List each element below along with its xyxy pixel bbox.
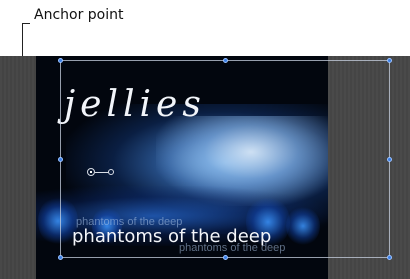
canvas[interactable]: jellies phantoms of the deep phantoms of… xyxy=(0,56,410,279)
selection-bounding-box[interactable] xyxy=(60,60,390,258)
resize-handle-bottom-right[interactable] xyxy=(387,255,392,260)
canvas-gutter-left xyxy=(0,56,36,279)
anchor-point-center-dot xyxy=(90,171,92,173)
resize-handle-middle-right[interactable] xyxy=(387,157,392,162)
resize-handle-top-center[interactable] xyxy=(223,58,228,63)
resize-handle-top-right[interactable] xyxy=(387,58,392,63)
anchor-point-handle[interactable] xyxy=(108,169,114,175)
resize-handle-middle-left[interactable] xyxy=(58,157,63,162)
anchor-point-callout-label: Anchor point xyxy=(34,7,124,23)
anchor-point-arm xyxy=(95,172,109,173)
resize-handle-top-left[interactable] xyxy=(58,58,63,63)
callout-leader-tick xyxy=(22,23,30,24)
resize-handle-bottom-center[interactable] xyxy=(223,255,228,260)
resize-handle-bottom-left[interactable] xyxy=(58,255,63,260)
